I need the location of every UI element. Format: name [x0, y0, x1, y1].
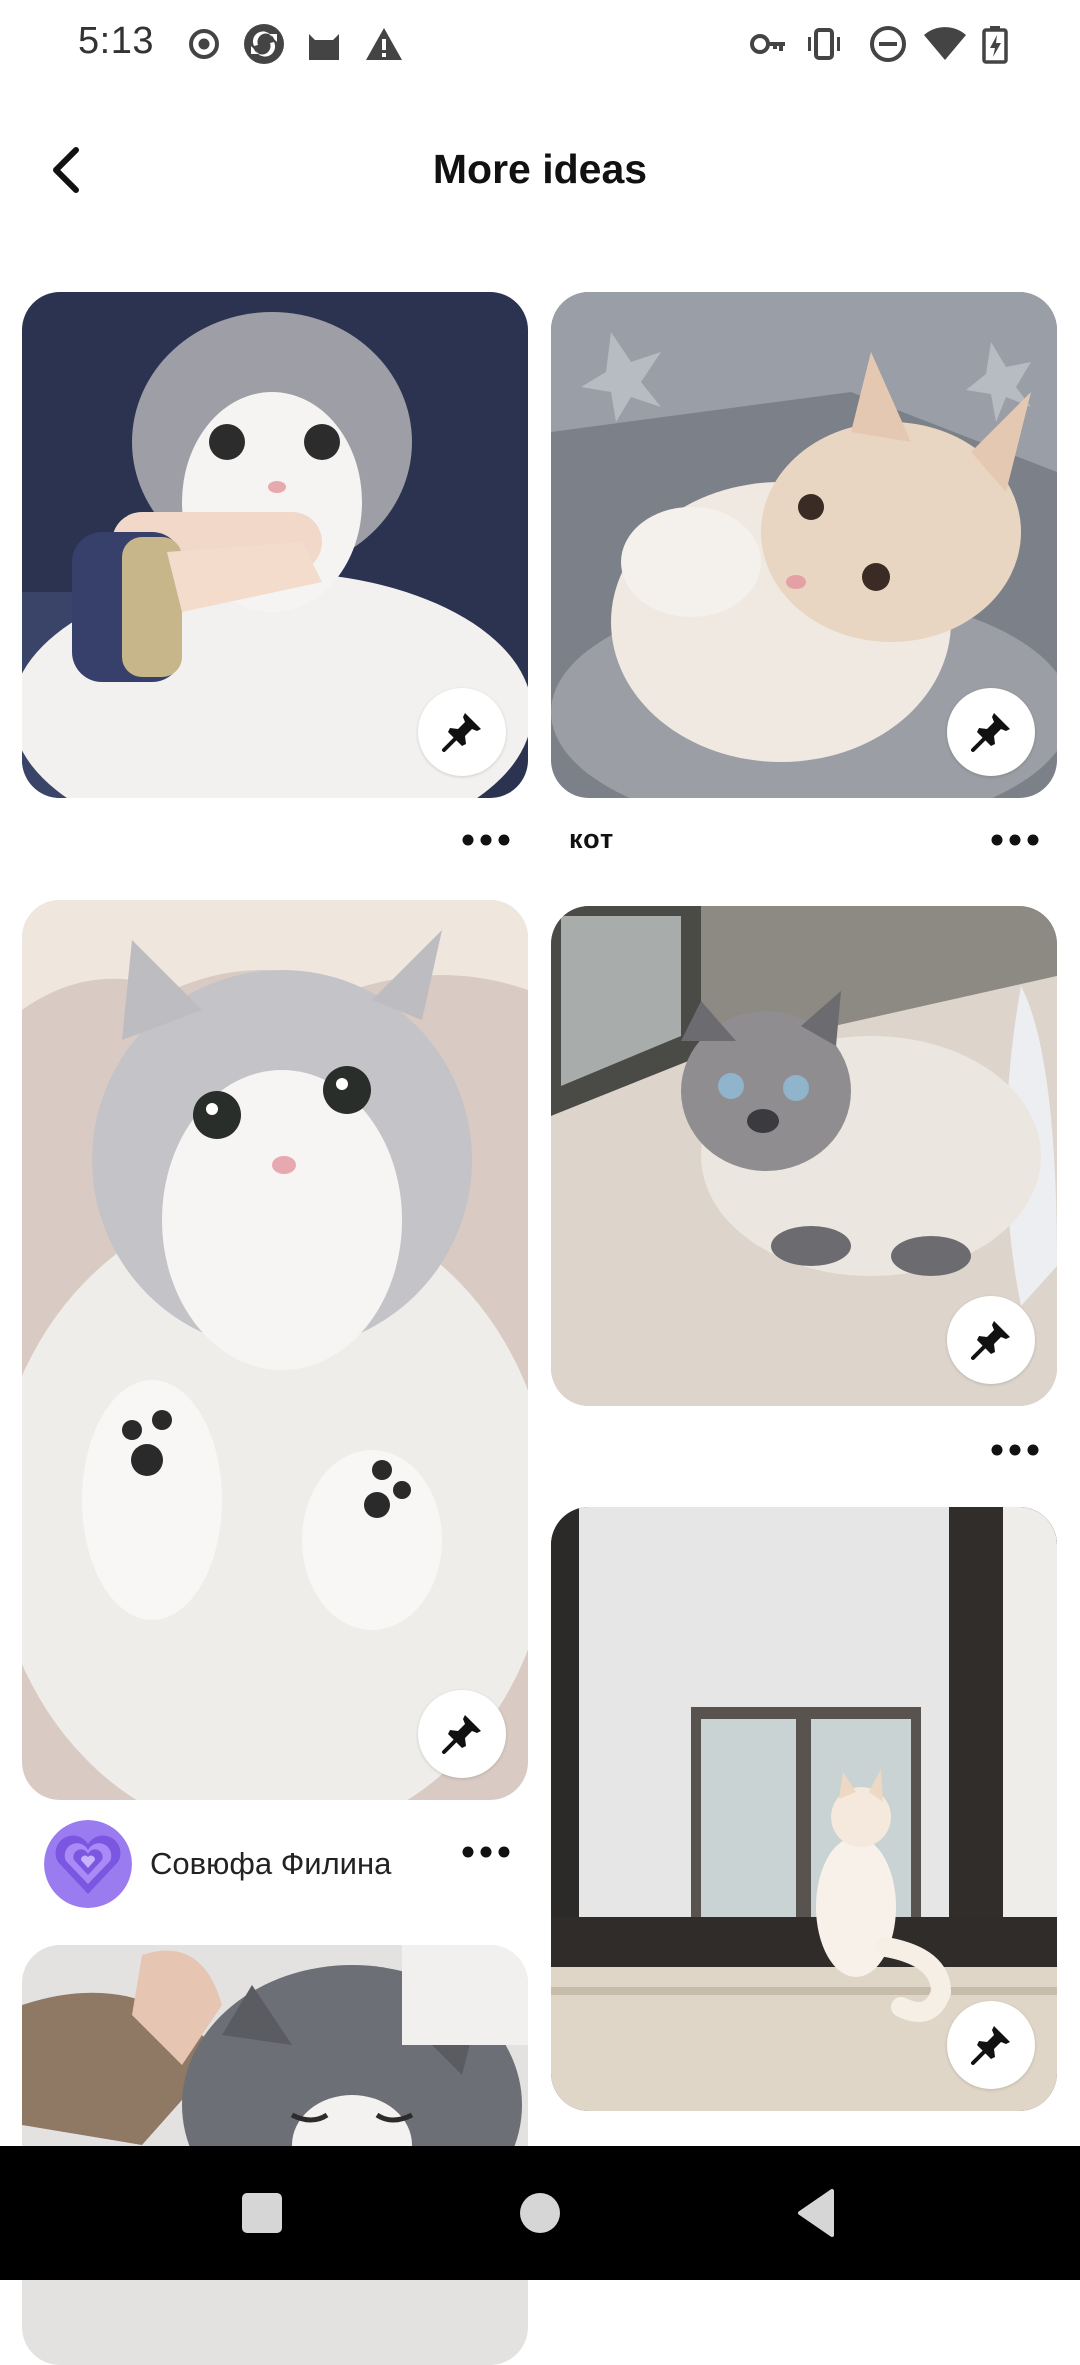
pin-footer — [551, 1406, 1057, 1488]
creator-profile-link[interactable]: Совюфа Филина — [44, 1820, 391, 1908]
pin-image[interactable] — [551, 292, 1057, 798]
avatar — [44, 1820, 132, 1908]
sync-icon — [242, 22, 286, 66]
more-options-button[interactable] — [456, 1832, 516, 1872]
vibrate-icon — [804, 24, 844, 64]
vpn-key-icon — [748, 24, 788, 64]
pushpin-icon — [971, 713, 1010, 752]
creator-name: Совюфа Филина — [150, 1846, 392, 1881]
page-title: More ideas — [432, 146, 648, 192]
more-options-button[interactable] — [456, 820, 516, 860]
home-button[interactable] — [510, 2183, 570, 2243]
pin-caption: кот — [569, 824, 615, 854]
pin-image[interactable] — [551, 1507, 1057, 2111]
battery-charging-icon — [980, 24, 1010, 64]
pin-card: Совюфа Филина — [22, 900, 528, 1942]
nav-back-button[interactable] — [788, 2183, 848, 2243]
more-options-button[interactable] — [985, 820, 1045, 860]
pin-footer: Совюфа Филина — [22, 1800, 528, 1942]
save-pin-button[interactable] — [418, 1690, 506, 1778]
do-not-disturb-icon — [868, 24, 908, 64]
more-options-button[interactable] — [985, 1430, 1045, 1470]
warning-icon — [364, 24, 404, 64]
more-horizontal-icon — [991, 1444, 1039, 1456]
wifi-icon — [922, 24, 968, 64]
save-pin-button[interactable] — [947, 688, 1035, 776]
status-bar: 5:13 — [0, 0, 1080, 90]
home-circle-icon — [520, 2193, 560, 2233]
recents-button[interactable] — [232, 2183, 292, 2243]
cat-icon — [304, 24, 344, 64]
system-nav-bar — [0, 2146, 1080, 2280]
save-pin-button[interactable] — [418, 688, 506, 776]
pushpin-icon — [442, 713, 481, 752]
record-icon — [184, 24, 224, 64]
pin-image[interactable] — [22, 292, 528, 798]
pin-card — [551, 1507, 1057, 2193]
pin-card — [551, 906, 1057, 1488]
pushpin-icon — [971, 2026, 1010, 2065]
pin-image[interactable] — [551, 906, 1057, 1406]
purple-heart-avatar-icon — [44, 1820, 132, 1908]
more-horizontal-icon — [462, 1846, 510, 1858]
pushpin-icon — [442, 1715, 481, 1754]
save-pin-button[interactable] — [947, 1296, 1035, 1384]
back-triangle-icon — [798, 2189, 834, 2237]
fluffy-kitten-image — [22, 900, 528, 1800]
pin-card: кот — [551, 292, 1057, 880]
pin-image[interactable] — [22, 900, 528, 1800]
more-horizontal-icon — [462, 834, 510, 846]
status-time: 5:13 — [78, 20, 154, 62]
more-horizontal-icon — [991, 834, 1039, 846]
pin-card — [22, 292, 528, 880]
header: More ideas — [0, 110, 1080, 230]
save-pin-button[interactable] — [947, 2001, 1035, 2089]
recents-square-icon — [242, 2193, 282, 2233]
pushpin-icon — [971, 1321, 1010, 1360]
pin-footer — [22, 798, 528, 880]
pin-footer: кот — [551, 798, 1057, 880]
